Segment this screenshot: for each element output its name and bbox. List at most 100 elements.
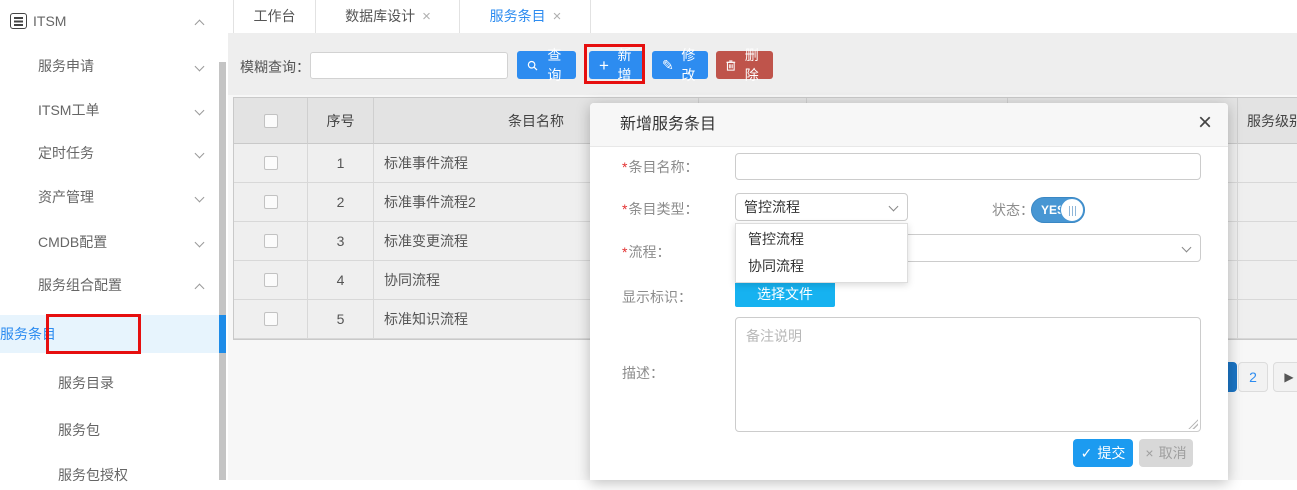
- entry-name-label: *条目名称：: [622, 157, 698, 177]
- modal-header: 新增服务条目 ×: [590, 103, 1228, 147]
- row-checkbox[interactable]: [264, 156, 278, 170]
- flow-label: *流程：: [622, 242, 670, 262]
- tab-bar: 工作台 数据库设计× 服务条目 ×: [228, 0, 1297, 33]
- choose-file-button[interactable]: 选择文件: [735, 281, 835, 307]
- row-checkbox[interactable]: [264, 273, 278, 287]
- sidebar-item-label: 定时任务: [38, 138, 94, 168]
- toolbar: 模糊查询： 查询 + 新增 ✎ 修改 删除: [228, 33, 1297, 95]
- textarea-resize-handle[interactable]: [1188, 419, 1198, 429]
- entry-type-value: 管控流程: [744, 199, 800, 215]
- add-service-entry-modal: 新增服务条目 × *条目名称： *条目类型： 管控流程 状态： YES 管控流程…: [590, 103, 1228, 480]
- close-icon[interactable]: ×: [553, 8, 562, 25]
- chevron-down-icon: [1182, 243, 1192, 253]
- add-button-label: 新增: [614, 45, 635, 85]
- row-seq: 3: [308, 222, 374, 261]
- chevron-down-icon: [195, 193, 205, 203]
- sidebar-item-label: ITSM工单: [38, 95, 99, 125]
- sidebar-item-itsm-root[interactable]: ITSM: [0, 6, 225, 36]
- row-checkbox[interactable]: [264, 195, 278, 209]
- status-toggle[interactable]: YES: [1031, 197, 1085, 223]
- chevron-down-icon: [195, 106, 205, 116]
- dropdown-option-control-flow[interactable]: 管控流程: [736, 226, 907, 253]
- sidebar-item-label: 服务组合配置: [38, 270, 122, 300]
- chevron-down-icon: [195, 62, 205, 72]
- chevron-up-icon: [195, 284, 205, 294]
- delete-button[interactable]: 删除: [716, 51, 773, 79]
- sidebar-scrollbar[interactable]: [219, 62, 226, 480]
- toggle-knob: [1060, 198, 1084, 222]
- query-button[interactable]: 查询: [517, 51, 576, 79]
- fuzzy-search-input[interactable]: [310, 52, 508, 79]
- display-icon-label: 显示标识：: [622, 287, 692, 307]
- row-seq: 5: [308, 300, 374, 339]
- sidebar: ITSM 服务申请 ITSM工单 定时任务 资产管理 CMDB配置 服务组合配置: [0, 0, 228, 480]
- tab-service-entry[interactable]: 服务条目 ×: [461, 0, 591, 33]
- app-root: ITSM 服务申请 ITSM工单 定时任务 资产管理 CMDB配置 服务组合配置: [0, 0, 1297, 480]
- entry-type-select[interactable]: 管控流程: [735, 193, 908, 221]
- row-select-cell: [234, 300, 308, 339]
- sidebar-item-label: 资产管理: [38, 182, 94, 212]
- row-cell: [1238, 144, 1297, 183]
- submit-button-label: 提交: [1097, 443, 1125, 463]
- sidebar-item-label: 服务条目: [0, 326, 56, 342]
- header-seq: 序号: [308, 98, 374, 144]
- sidebar-item-service-catalog[interactable]: 服务目录: [0, 368, 225, 398]
- row-select-cell: [234, 222, 308, 261]
- sidebar-item-service-entry[interactable]: 服务条目: [0, 315, 225, 353]
- sidebar-item-itsm-ticket[interactable]: ITSM工单: [0, 95, 225, 125]
- delete-button-label: 删除: [741, 45, 763, 85]
- cancel-button[interactable]: × 取消: [1139, 439, 1193, 467]
- required-marker: *: [622, 201, 627, 217]
- sidebar-item-service-package-auth[interactable]: 服务包授权: [0, 460, 225, 490]
- label-text: 流程：: [628, 244, 670, 260]
- tab-database-design[interactable]: 数据库设计×: [317, 0, 460, 33]
- sidebar-item-asset-mgmt[interactable]: 资产管理: [0, 182, 225, 212]
- chevron-down-icon: [195, 238, 205, 248]
- tab-label: 工作台: [254, 8, 296, 24]
- chevron-down-icon: [889, 202, 899, 212]
- pagination-next-button[interactable]: ▶: [1273, 362, 1297, 392]
- row-checkbox[interactable]: [264, 234, 278, 248]
- add-button[interactable]: + 新增: [589, 51, 645, 79]
- row-checkbox[interactable]: [264, 312, 278, 326]
- close-icon[interactable]: ×: [1198, 109, 1212, 137]
- select-all-checkbox[interactable]: [264, 114, 278, 128]
- label-text: 描述：: [622, 365, 664, 381]
- row-seq: 1: [308, 144, 374, 183]
- sidebar-item-label: CMDB配置: [38, 227, 107, 257]
- description-textarea[interactable]: [735, 317, 1201, 432]
- sidebar-item-service-package[interactable]: 服务包: [0, 415, 225, 445]
- close-icon[interactable]: ×: [422, 8, 431, 25]
- edit-button[interactable]: ✎ 修改: [652, 51, 708, 79]
- tab-label: 服务条目: [490, 8, 546, 24]
- sidebar-item-scheduled-task[interactable]: 定时任务: [0, 138, 225, 168]
- status-label: 状态：: [992, 200, 1034, 220]
- trash-icon: [726, 59, 736, 72]
- label-text: 状态：: [992, 202, 1034, 218]
- description-label: 描述：: [622, 363, 664, 383]
- row-cell: [1238, 300, 1297, 339]
- row-select-cell: [234, 144, 308, 183]
- row-cell: [1238, 222, 1297, 261]
- cancel-button-label: 取消: [1159, 443, 1187, 463]
- label-text: 条目名称：: [628, 159, 698, 175]
- pagination-page-2[interactable]: 2: [1238, 362, 1268, 392]
- x-icon: ×: [1145, 445, 1153, 461]
- header-select-all-cell: [234, 98, 308, 144]
- entry-name-input[interactable]: [735, 153, 1201, 180]
- sidebar-item-service-request[interactable]: 服务申请: [0, 51, 225, 81]
- tab-workbench[interactable]: 工作台: [233, 0, 316, 33]
- row-select-cell: [234, 261, 308, 300]
- plus-icon: +: [599, 57, 609, 74]
- dropdown-option-collab-flow[interactable]: 协同流程: [736, 253, 907, 280]
- submit-button[interactable]: ✓ 提交: [1073, 439, 1133, 467]
- sidebar-item-service-combo-config[interactable]: 服务组合配置: [0, 270, 225, 300]
- search-icon: [527, 59, 538, 72]
- row-seq: 4: [308, 261, 374, 300]
- pencil-icon: ✎: [662, 57, 674, 74]
- sidebar-item-label: 服务包: [58, 415, 100, 445]
- chevron-down-icon: [195, 149, 205, 159]
- required-marker: *: [622, 159, 627, 175]
- sidebar-item-cmdb-config[interactable]: CMDB配置: [0, 227, 225, 257]
- sidebar-item-label: 服务目录: [58, 368, 114, 398]
